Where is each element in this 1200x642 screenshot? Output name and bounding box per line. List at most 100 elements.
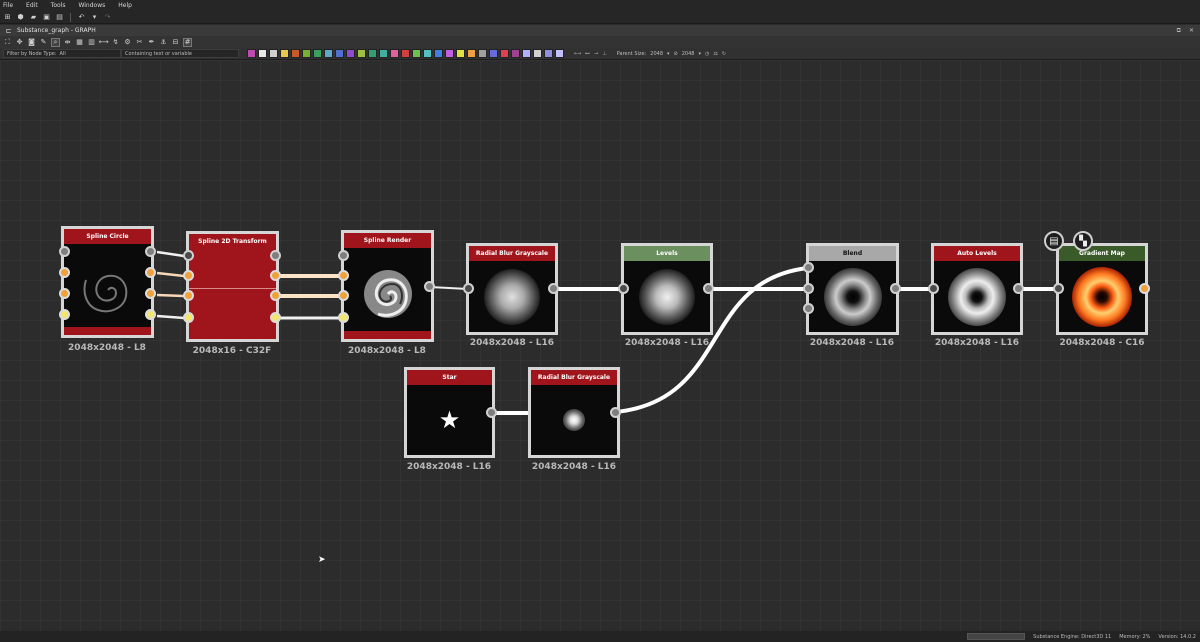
- node-type-filter-icon[interactable]: [357, 49, 366, 58]
- align-icon[interactable]: ⇹: [63, 38, 72, 47]
- node-type-filter-icon[interactable]: [379, 49, 388, 58]
- dependency-icon[interactable]: ⊸: [594, 51, 598, 57]
- menu-edit[interactable]: Edit: [26, 2, 38, 9]
- node-star[interactable]: Star ★: [404, 367, 495, 458]
- node-radial-blur-grayscale[interactable]: Radial Blur Grayscale: [466, 243, 558, 335]
- input-port[interactable]: [463, 283, 474, 294]
- node-type-filter-icon[interactable]: [346, 49, 355, 58]
- float-window-icon[interactable]: ⧉: [1177, 27, 1181, 35]
- node-type-filter-icon[interactable]: [489, 49, 498, 58]
- search-icon[interactable]: ⌕: [51, 37, 60, 47]
- output-port[interactable]: [270, 250, 281, 261]
- input-port[interactable]: [59, 246, 70, 257]
- anchor-icon[interactable]: ⚓: [159, 38, 168, 47]
- node-type-filter-icon[interactable]: [313, 49, 322, 58]
- input-port[interactable]: [928, 283, 939, 294]
- input-port[interactable]: [338, 290, 349, 301]
- node-type-filter-icon[interactable]: [247, 49, 256, 58]
- input-port[interactable]: [338, 312, 349, 323]
- node-type-filter-icon[interactable]: [401, 49, 410, 58]
- output-port[interactable]: [270, 290, 281, 301]
- node-gradient-map[interactable]: Gradient Map: [1056, 243, 1148, 335]
- camera-icon[interactable]: ◙: [27, 38, 36, 47]
- output-port[interactable]: [703, 283, 714, 294]
- node-type-filter-icon[interactable]: [445, 49, 454, 58]
- chevron-down-icon[interactable]: ▾: [667, 51, 670, 57]
- menu-help[interactable]: Help: [118, 2, 132, 9]
- frame-icon[interactable]: ▦: [75, 38, 84, 47]
- open-folder-icon[interactable]: ▰: [29, 13, 38, 22]
- node-type-filter-icon[interactable]: [280, 49, 289, 58]
- align-center-icon[interactable]: ⊷: [585, 51, 590, 57]
- node-type-filter-icon[interactable]: [522, 49, 531, 58]
- output-port[interactable]: [486, 407, 497, 418]
- open-reference-icon[interactable]: ▤: [1044, 231, 1064, 251]
- output-port[interactable]: [145, 267, 156, 278]
- node-type-filter-icon[interactable]: [511, 49, 520, 58]
- node-type-filter-icon[interactable]: [368, 49, 377, 58]
- chevron-down-icon[interactable]: ▾: [698, 51, 701, 57]
- new-package-icon[interactable]: ⬢: [16, 13, 25, 22]
- output-port[interactable]: [424, 281, 435, 292]
- output-port[interactable]: [1139, 283, 1150, 294]
- redo-icon[interactable]: ↷: [103, 13, 112, 22]
- node-spline-circle[interactable]: Spline Circle: [61, 226, 154, 338]
- text-filter-input[interactable]: Containing text or variable: [121, 49, 239, 58]
- menu-tools[interactable]: Tools: [51, 2, 66, 9]
- node-levels[interactable]: Levels: [621, 243, 713, 335]
- node-type-filter-icon[interactable]: [555, 49, 564, 58]
- close-icon[interactable]: ✕: [1189, 27, 1194, 35]
- parent-size-value[interactable]: 2048: [650, 51, 663, 57]
- node-type-filter-icon[interactable]: [390, 49, 399, 58]
- tools-icon[interactable]: ✂: [135, 38, 144, 47]
- connect-icon[interactable]: ↯: [111, 38, 120, 47]
- comment-icon[interactable]: ✎: [39, 38, 48, 47]
- node-type-filter-icon[interactable]: [258, 49, 267, 58]
- undo-icon[interactable]: ↶: [77, 13, 86, 22]
- input-port[interactable]: [803, 303, 814, 314]
- node-auto-levels[interactable]: Auto Levels: [931, 243, 1023, 335]
- node-type-filter-icon[interactable]: [423, 49, 432, 58]
- node-type-filter-icon[interactable]: [500, 49, 509, 58]
- grid-icon[interactable]: #: [183, 37, 192, 47]
- node-type-filter[interactable]: Filter by Node Type: All: [3, 49, 121, 58]
- frame-all-icon[interactable]: ⛶: [3, 38, 12, 47]
- menu-file[interactable]: File: [3, 2, 13, 9]
- input-port[interactable]: [183, 270, 194, 281]
- pin-marker-icon[interactable]: ⊥: [602, 51, 606, 57]
- save-all-icon[interactable]: ▤: [55, 13, 64, 22]
- input-port[interactable]: [183, 290, 194, 301]
- scale-icon[interactable]: ⚖: [713, 51, 717, 57]
- input-port[interactable]: [618, 283, 629, 294]
- output-port[interactable]: [145, 288, 156, 299]
- pan-icon[interactable]: ✥: [15, 38, 24, 47]
- layout-icon[interactable]: ⊟: [171, 38, 180, 47]
- node-spline-2d-transform[interactable]: Spline 2D Transform: [186, 231, 279, 342]
- output-port[interactable]: [1013, 283, 1024, 294]
- checker-preview-icon[interactable]: ▚: [1073, 231, 1093, 251]
- size-value[interactable]: 2048: [682, 51, 695, 57]
- node-spline-render[interactable]: Spline Render: [341, 230, 434, 342]
- output-port[interactable]: [145, 309, 156, 320]
- node-type-filter-icon[interactable]: [434, 49, 443, 58]
- link-size-icon[interactable]: ⊘: [674, 51, 678, 57]
- output-port[interactable]: [145, 246, 156, 257]
- output-port[interactable]: [270, 312, 281, 323]
- output-port[interactable]: [890, 283, 901, 294]
- node-radial-blur-grayscale-2[interactable]: Radial Blur Grayscale: [528, 367, 620, 458]
- clock-icon[interactable]: ◷: [705, 51, 709, 57]
- node-blend[interactable]: Blend: [806, 243, 899, 335]
- input-port[interactable]: [183, 250, 194, 261]
- pin-icon[interactable]: ▥: [87, 38, 96, 47]
- graph-tab-title[interactable]: Substance_graph - GRAPH: [17, 27, 96, 34]
- gear-icon[interactable]: ⚙: [123, 38, 132, 47]
- eyedropper-icon[interactable]: ✒: [147, 38, 156, 47]
- input-port[interactable]: [183, 312, 194, 323]
- output-port[interactable]: [548, 283, 559, 294]
- output-port[interactable]: [610, 407, 621, 418]
- node-type-filter-icon[interactable]: [544, 49, 553, 58]
- menu-windows[interactable]: Windows: [78, 2, 105, 9]
- output-port[interactable]: [270, 270, 281, 281]
- input-port[interactable]: [338, 250, 349, 261]
- node-type-filter-icon[interactable]: [533, 49, 542, 58]
